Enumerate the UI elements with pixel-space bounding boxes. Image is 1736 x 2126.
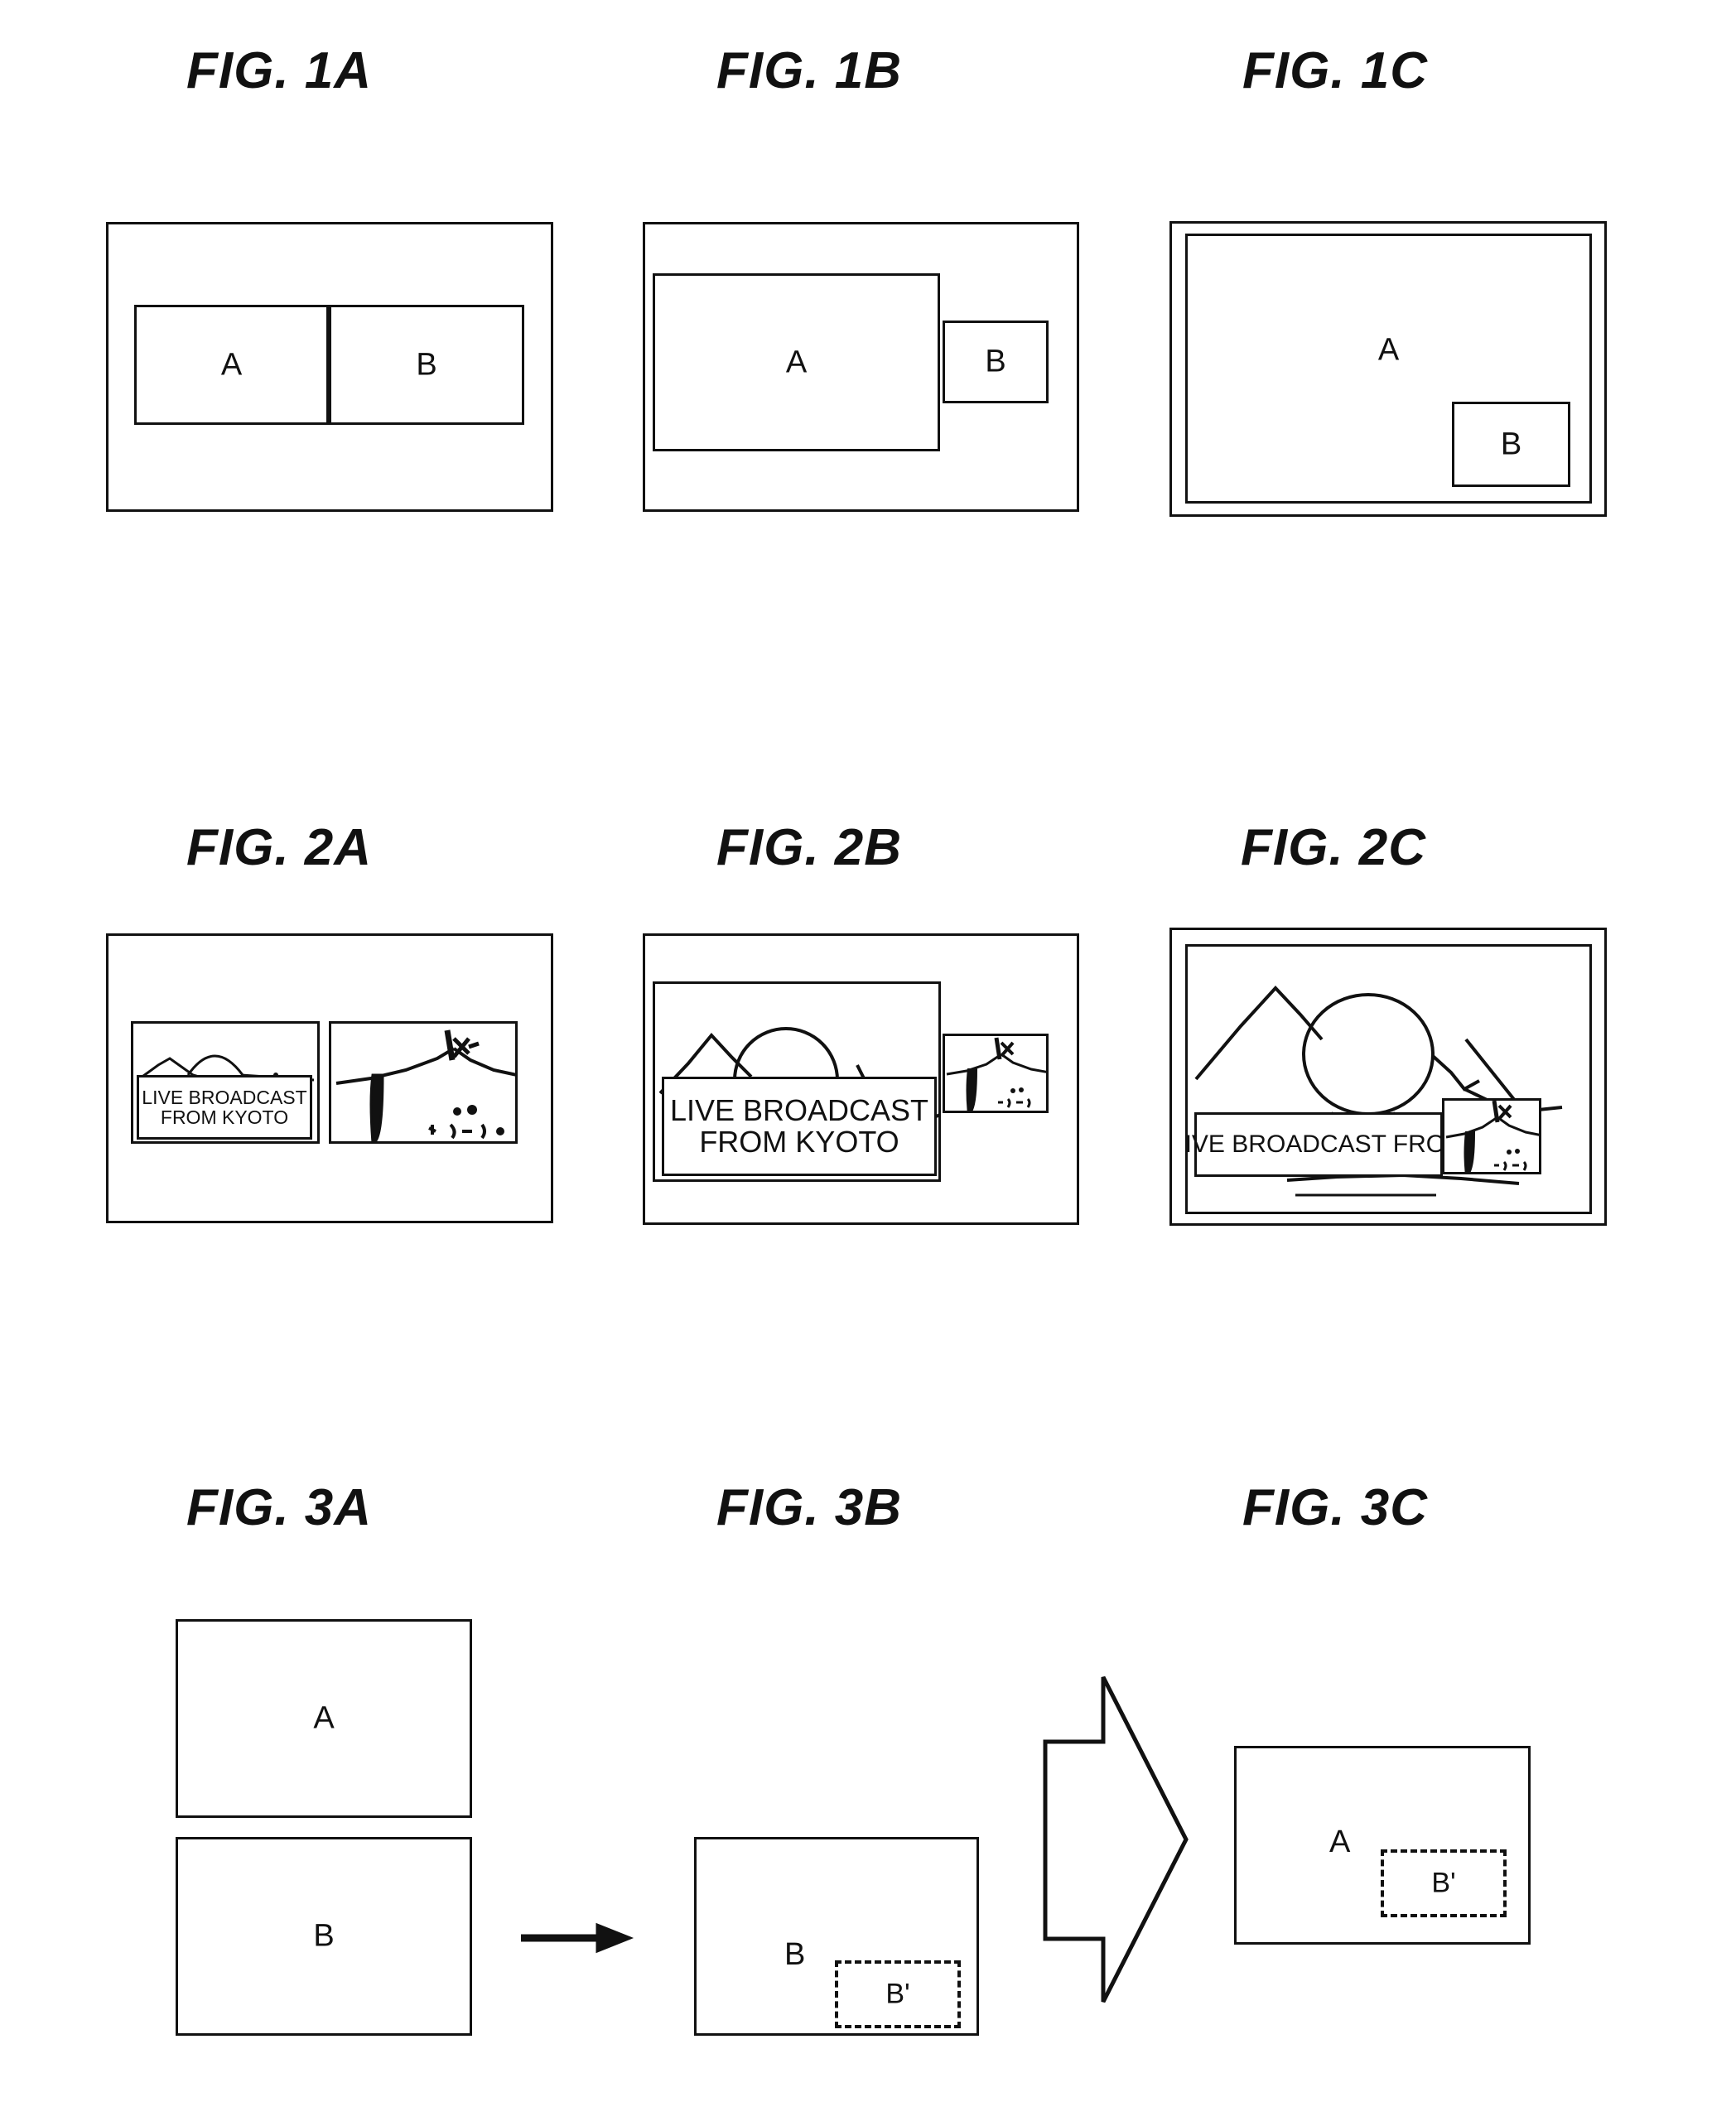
fig-2c-pane-main: LIVE BROADCAST FROM bbox=[1185, 944, 1592, 1214]
fig-3b-region-b-prime: B' bbox=[835, 1960, 961, 2028]
fig-3b-label-b-prime: B' bbox=[885, 1978, 910, 2010]
fig-1c-label-b: B bbox=[1500, 427, 1522, 461]
fig-3a-label-a: A bbox=[313, 1700, 335, 1736]
fig-1c-title: FIG. 1C bbox=[1242, 42, 1429, 99]
fig-2b-caption-line-1: LIVE BROADCAST bbox=[669, 1092, 929, 1127]
fig-2a-caption-box: LIVE BROADCAST FROM KYOTO bbox=[137, 1075, 312, 1140]
fig-1c-label-a: A bbox=[1377, 332, 1400, 368]
fig-2b-caption-box: LIVE BROADCAST FROM KYOTO bbox=[662, 1077, 937, 1176]
fig-1b-label-a: A bbox=[785, 345, 808, 379]
fig-2b-title: FIG. 2B bbox=[716, 819, 903, 876]
fig-2b-pane-left: LIVE BROADCAST FROM KYOTO bbox=[653, 981, 941, 1182]
fig-3-big-block-arrow-icon bbox=[1043, 1675, 1189, 2003]
fig-3b-region-b: B B' bbox=[694, 1837, 979, 2036]
fig-3b-title: FIG. 3B bbox=[716, 1479, 903, 1536]
fig-2b-right-scene bbox=[946, 1037, 1046, 1111]
fig-2a-pane-left: LIVE BROADCAST FROM KYOTO bbox=[131, 1021, 320, 1144]
fig-1a-region-a: A bbox=[134, 305, 329, 425]
fig-1a-label-b: B bbox=[416, 347, 437, 382]
fig-1b-region-b: B bbox=[943, 321, 1049, 403]
fig-3c-title: FIG. 3C bbox=[1242, 1479, 1429, 1536]
fig-3c-region-a: A B' bbox=[1234, 1746, 1531, 1945]
figure-sheet: FIG. 1A FIG. 1B FIG. 1C A B A B A B FIG.… bbox=[0, 0, 1736, 2126]
fig-2c-pane-inset bbox=[1442, 1098, 1541, 1174]
fig-3a-region-b: B bbox=[176, 1837, 472, 2036]
fig-3a-region-a: A bbox=[176, 1619, 472, 1818]
fig-3a-label-b: B bbox=[313, 1918, 335, 1954]
fig-2a-right-scene bbox=[335, 1029, 515, 1141]
fig-2c-caption-box: LIVE BROADCAST FROM bbox=[1188, 1112, 1466, 1177]
fig-3c-label-b-prime: B' bbox=[1431, 1867, 1456, 1899]
fig-2a-title: FIG. 2A bbox=[186, 819, 373, 876]
fig-3b-label-b: B bbox=[784, 1937, 806, 1972]
fig-2b-pane-right bbox=[943, 1034, 1049, 1113]
fig-2a-caption-line-1: LIVE BROADCAST bbox=[142, 1086, 307, 1108]
fig-1b-region-a: A bbox=[653, 273, 940, 451]
fig-1a-label-a: A bbox=[220, 347, 243, 382]
fig-1a-region-b: B bbox=[329, 305, 524, 425]
fig-1b-title: FIG. 1B bbox=[716, 42, 903, 99]
fig-1b-label-b: B bbox=[985, 344, 1006, 379]
fig-2c-caption-line-1: LIVE BROADCAST FROM bbox=[1185, 1130, 1467, 1159]
fig-2a-pane-right bbox=[329, 1021, 518, 1144]
fig-2c-title: FIG. 2C bbox=[1241, 819, 1427, 876]
fig-3c-region-b-prime: B' bbox=[1381, 1849, 1507, 1917]
fig-1a-title: FIG. 1A bbox=[186, 42, 373, 99]
fig-3a-title: FIG. 3A bbox=[186, 1479, 373, 1536]
fig-2b-caption-line-2: FROM KYOTO bbox=[699, 1125, 899, 1159]
fig-2c-inset-scene bbox=[1445, 1101, 1539, 1172]
fig-2a-caption-line-2: FROM KYOTO bbox=[160, 1106, 289, 1128]
fig-3c-label-a: A bbox=[1329, 1825, 1351, 1859]
fig-3a-transition-arrow-icon bbox=[521, 1922, 634, 1954]
fig-1c-region-b: B bbox=[1452, 402, 1570, 487]
